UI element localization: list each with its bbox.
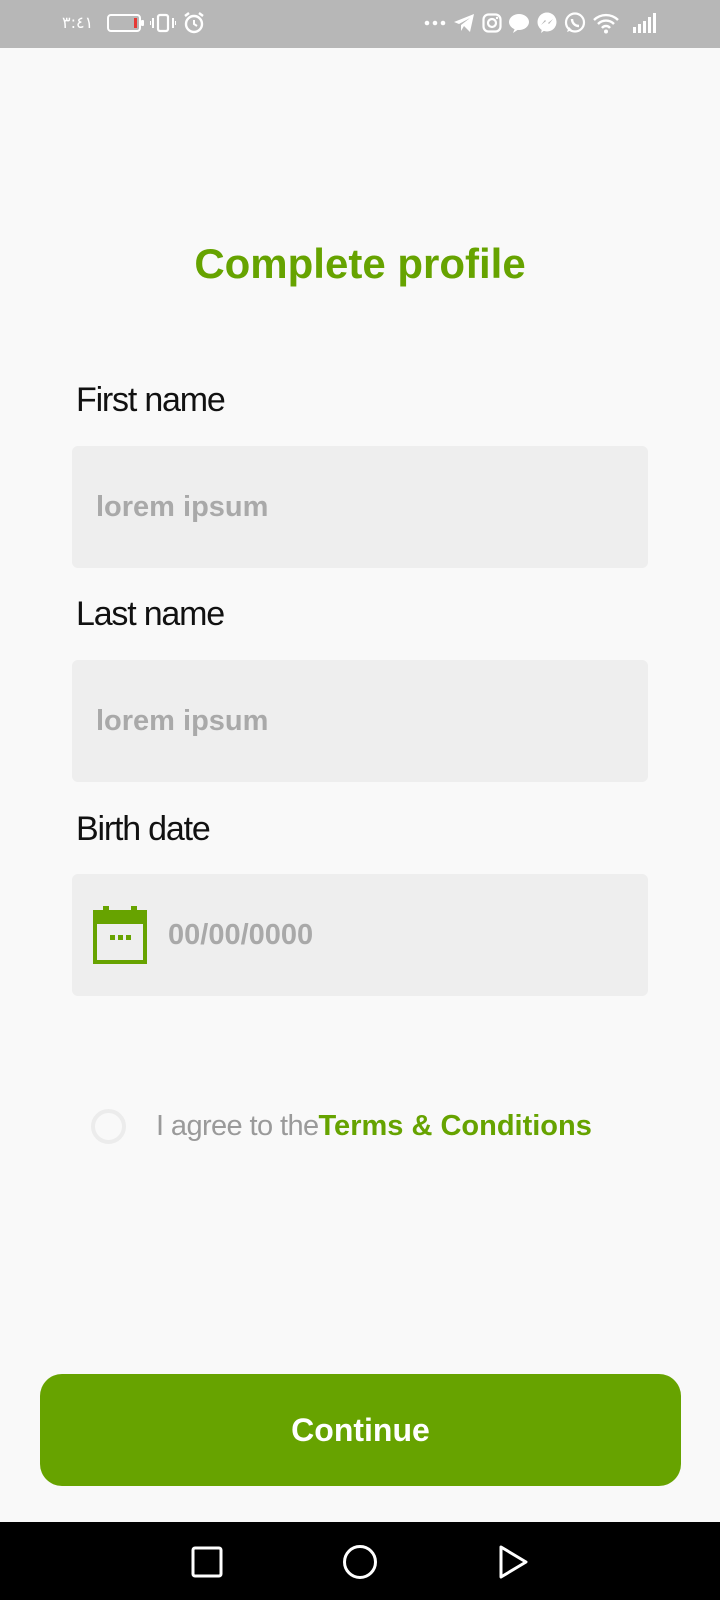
whatsapp-icon [563, 12, 587, 34]
alarm-icon [182, 12, 206, 34]
chat-icon [508, 12, 530, 34]
calendar-icon[interactable] [93, 906, 147, 964]
last-name-label: Last name [76, 595, 225, 633]
status-time: ٣:٤١ [62, 13, 94, 32]
first-name-label: First name [76, 381, 226, 419]
page-title: Complete profile [194, 240, 526, 287]
last-name-input[interactable] [72, 660, 648, 782]
navigation-bar [0, 1522, 720, 1600]
wifi-icon [592, 12, 620, 34]
more-dots-icon [424, 12, 446, 34]
messenger-icon [536, 12, 558, 34]
signal-icon [632, 12, 656, 34]
recents-square-icon[interactable] [187, 1542, 227, 1582]
instagram-icon [481, 12, 503, 34]
vibrate-icon [150, 12, 176, 34]
status-bar: ٣:٤١ [0, 0, 720, 48]
back-triangle-icon[interactable] [493, 1542, 533, 1582]
continue-button[interactable]: Continue [40, 1374, 681, 1486]
terms-text: I agree to theTerms & Conditions [156, 1110, 592, 1143]
battery-icon [107, 14, 144, 32]
terms-checkbox[interactable] [91, 1109, 126, 1144]
terms-prefix: I agree to the [156, 1110, 319, 1142]
first-name-input[interactable] [72, 446, 648, 568]
terms-link[interactable]: Terms & Conditions [319, 1110, 592, 1142]
home-circle-icon[interactable] [340, 1542, 380, 1582]
birth-date-input[interactable] [72, 874, 648, 996]
telegram-icon [452, 12, 476, 34]
birth-date-label: Birth date [76, 810, 211, 848]
